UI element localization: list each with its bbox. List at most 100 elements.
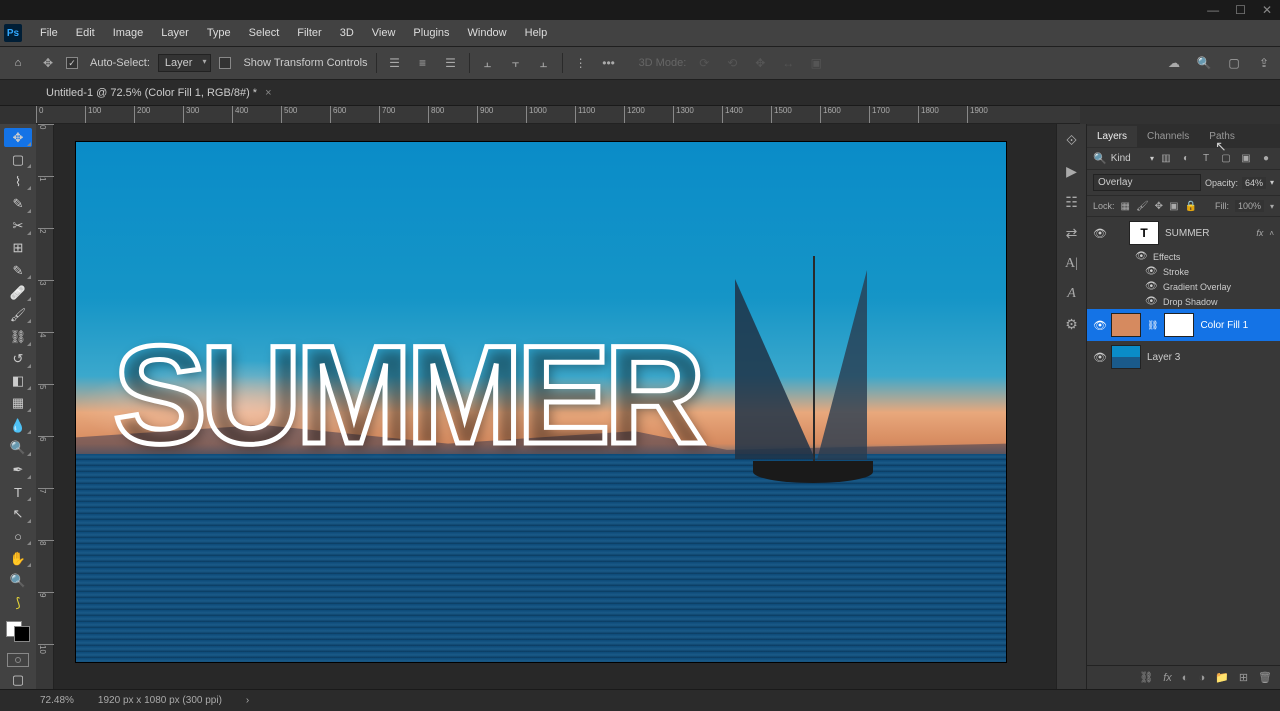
document-tab[interactable]: Untitled-1 @ 72.5% (Color Fill 1, RGB/8#… <box>36 82 282 104</box>
search-icon[interactable]: 🔍 <box>1194 53 1214 73</box>
visibility-icon[interactable]: 👁 <box>1093 319 1105 332</box>
share-icon[interactable]: ⇪ <box>1254 53 1274 73</box>
dodge-tool[interactable]: 🔍 <box>4 438 32 457</box>
eraser-tool[interactable]: ◧ <box>4 372 32 391</box>
move-tool[interactable]: ✥ <box>4 128 32 147</box>
panel-icon-sliders[interactable]: ⚙ <box>1065 316 1078 333</box>
canvas[interactable]: SUMMER <box>76 142 1006 662</box>
path-tool[interactable]: ↖ <box>4 505 32 524</box>
align-bottom-icon[interactable]: ⫠ <box>534 53 554 73</box>
menu-3d[interactable]: 3D <box>332 23 362 43</box>
align-center-h-icon[interactable]: ≡ <box>413 53 433 73</box>
lock-transparency-icon[interactable]: ▦ <box>1121 201 1130 212</box>
delete-layer-icon[interactable]: 🗑 <box>1258 671 1272 684</box>
panel-icon-actions[interactable]: ▶ <box>1066 163 1077 180</box>
maximize-icon[interactable]: ☐ <box>1235 3 1246 17</box>
align-right-icon[interactable]: ☰ <box>441 53 461 73</box>
visibility-icon[interactable]: 👁 <box>1145 296 1157 307</box>
shape-tool[interactable]: ○ <box>4 527 32 546</box>
menu-image[interactable]: Image <box>105 23 152 43</box>
visibility-icon[interactable]: 👁 <box>1093 227 1105 240</box>
panel-icon-character[interactable]: A| <box>1065 256 1078 272</box>
pen-tool[interactable]: ✒ <box>4 460 32 479</box>
effect-header[interactable]: 👁 Effects <box>1087 249 1280 264</box>
tab-paths[interactable]: Paths <box>1199 126 1245 147</box>
lock-all-icon[interactable]: 🔒 <box>1185 201 1197 212</box>
filter-toggle-icon[interactable]: ● <box>1258 153 1274 164</box>
panel-icon-adjustments[interactable]: ☷ <box>1065 194 1078 211</box>
filter-smart-icon[interactable]: ▣ <box>1238 153 1254 164</box>
link-layers-icon[interactable]: ⛓ <box>1139 671 1153 684</box>
more-icon[interactable]: ••• <box>599 53 619 73</box>
layer-mask-icon[interactable]: ◐ <box>1182 672 1189 684</box>
group-icon[interactable]: 📁 <box>1215 671 1229 684</box>
history-brush-tool[interactable]: ↺ <box>4 350 32 369</box>
auto-select-target[interactable]: Layer <box>158 54 212 72</box>
align-left-icon[interactable]: ☰ <box>385 53 405 73</box>
document-dims[interactable]: 1920 px x 1080 px (300 ppi) <box>98 695 222 706</box>
auto-select-checkbox[interactable] <box>66 57 78 69</box>
filter-kind-select[interactable]: Kind <box>1111 153 1146 164</box>
align-top-icon[interactable]: ⫠ <box>478 53 498 73</box>
eyedropper-tool[interactable]: ✎ <box>4 261 32 280</box>
cloud-icon[interactable]: ☁ <box>1164 53 1184 73</box>
filter-adjust-icon[interactable]: ◐ <box>1178 153 1194 164</box>
show-transform-checkbox[interactable] <box>219 57 231 69</box>
selection-tool[interactable]: ✎ <box>4 194 32 213</box>
lock-artboard-icon[interactable]: ▣ <box>1169 201 1178 212</box>
frame-icon[interactable]: ▢ <box>1224 53 1244 73</box>
effect-dropshadow[interactable]: 👁 Drop Shadow <box>1087 294 1280 309</box>
banana-tool[interactable]: ⟆ <box>4 593 32 612</box>
close-icon[interactable]: ✕ <box>1262 3 1272 17</box>
blur-tool[interactable]: 💧 <box>4 416 32 435</box>
brush-tool[interactable]: 🖌 <box>4 305 32 324</box>
menu-help[interactable]: Help <box>517 23 556 43</box>
zoom-tool[interactable]: 🔍 <box>4 571 32 590</box>
home-button[interactable]: ⌂ <box>6 51 30 75</box>
menu-window[interactable]: Window <box>460 23 515 43</box>
visibility-icon[interactable]: 👁 <box>1145 281 1157 292</box>
healing-tool[interactable]: 🩹 <box>4 283 32 302</box>
close-tab-icon[interactable]: × <box>265 87 271 99</box>
fx-indicator[interactable]: fx <box>1256 228 1263 238</box>
opacity-value[interactable]: 64% <box>1242 177 1266 189</box>
menu-file[interactable]: File <box>32 23 66 43</box>
quickmask-toggle[interactable] <box>7 653 29 667</box>
lock-position-icon[interactable]: ✥ <box>1155 201 1163 212</box>
canvas-area[interactable]: 012345678910 SUMMER <box>36 124 1056 689</box>
visibility-icon[interactable]: 👁 <box>1145 266 1157 277</box>
panel-icon-properties[interactable]: ⇄ <box>1066 225 1078 242</box>
marquee-tool[interactable]: ▢ <box>4 150 32 169</box>
menu-plugins[interactable]: Plugins <box>405 23 457 43</box>
menu-filter[interactable]: Filter <box>289 23 329 43</box>
frame-tool[interactable]: ⊞ <box>4 239 32 258</box>
panel-icon-history[interactable]: ⟐ <box>1066 132 1077 149</box>
screenmode-toggle[interactable]: ▢ <box>4 670 32 689</box>
hand-tool[interactable]: ✋ <box>4 549 32 568</box>
align-center-v-icon[interactable]: ⫟ <box>506 53 526 73</box>
menu-layer[interactable]: Layer <box>153 23 197 43</box>
menu-edit[interactable]: Edit <box>68 23 103 43</box>
tab-channels[interactable]: Channels <box>1137 126 1199 147</box>
distribute-icon[interactable]: ⋮ <box>571 53 591 73</box>
menu-select[interactable]: Select <box>241 23 288 43</box>
lock-pixels-icon[interactable]: 🖌 <box>1136 201 1149 212</box>
layer-summer[interactable]: 👁 T SUMMER fx ˄ <box>1087 217 1280 249</box>
panel-icon-paragraph[interactable]: A <box>1067 286 1076 302</box>
layer-colorfill[interactable]: 👁 ⛓ Color Fill 1 <box>1087 309 1280 341</box>
effect-stroke[interactable]: 👁 Stroke <box>1087 264 1280 279</box>
adjustment-layer-icon[interactable]: ◑ <box>1198 672 1205 684</box>
filter-type-icon[interactable]: T <box>1198 153 1214 164</box>
effect-gradient[interactable]: 👁 Gradient Overlay <box>1087 279 1280 294</box>
layer-fx-icon[interactable]: fx <box>1163 672 1172 684</box>
gradient-tool[interactable]: ▦ <box>4 394 32 413</box>
blend-mode-select[interactable]: Overlay <box>1093 174 1201 191</box>
crop-tool[interactable]: ✂ <box>4 217 32 236</box>
new-layer-icon[interactable]: ⊞ <box>1239 671 1248 684</box>
lasso-tool[interactable]: ⌇ <box>4 172 32 191</box>
search-icon[interactable]: 🔍 <box>1093 152 1107 165</box>
color-swatch[interactable] <box>4 619 32 643</box>
stamp-tool[interactable]: ⛓ <box>4 327 32 346</box>
visibility-icon[interactable]: 👁 <box>1093 351 1105 364</box>
menu-view[interactable]: View <box>364 23 404 43</box>
